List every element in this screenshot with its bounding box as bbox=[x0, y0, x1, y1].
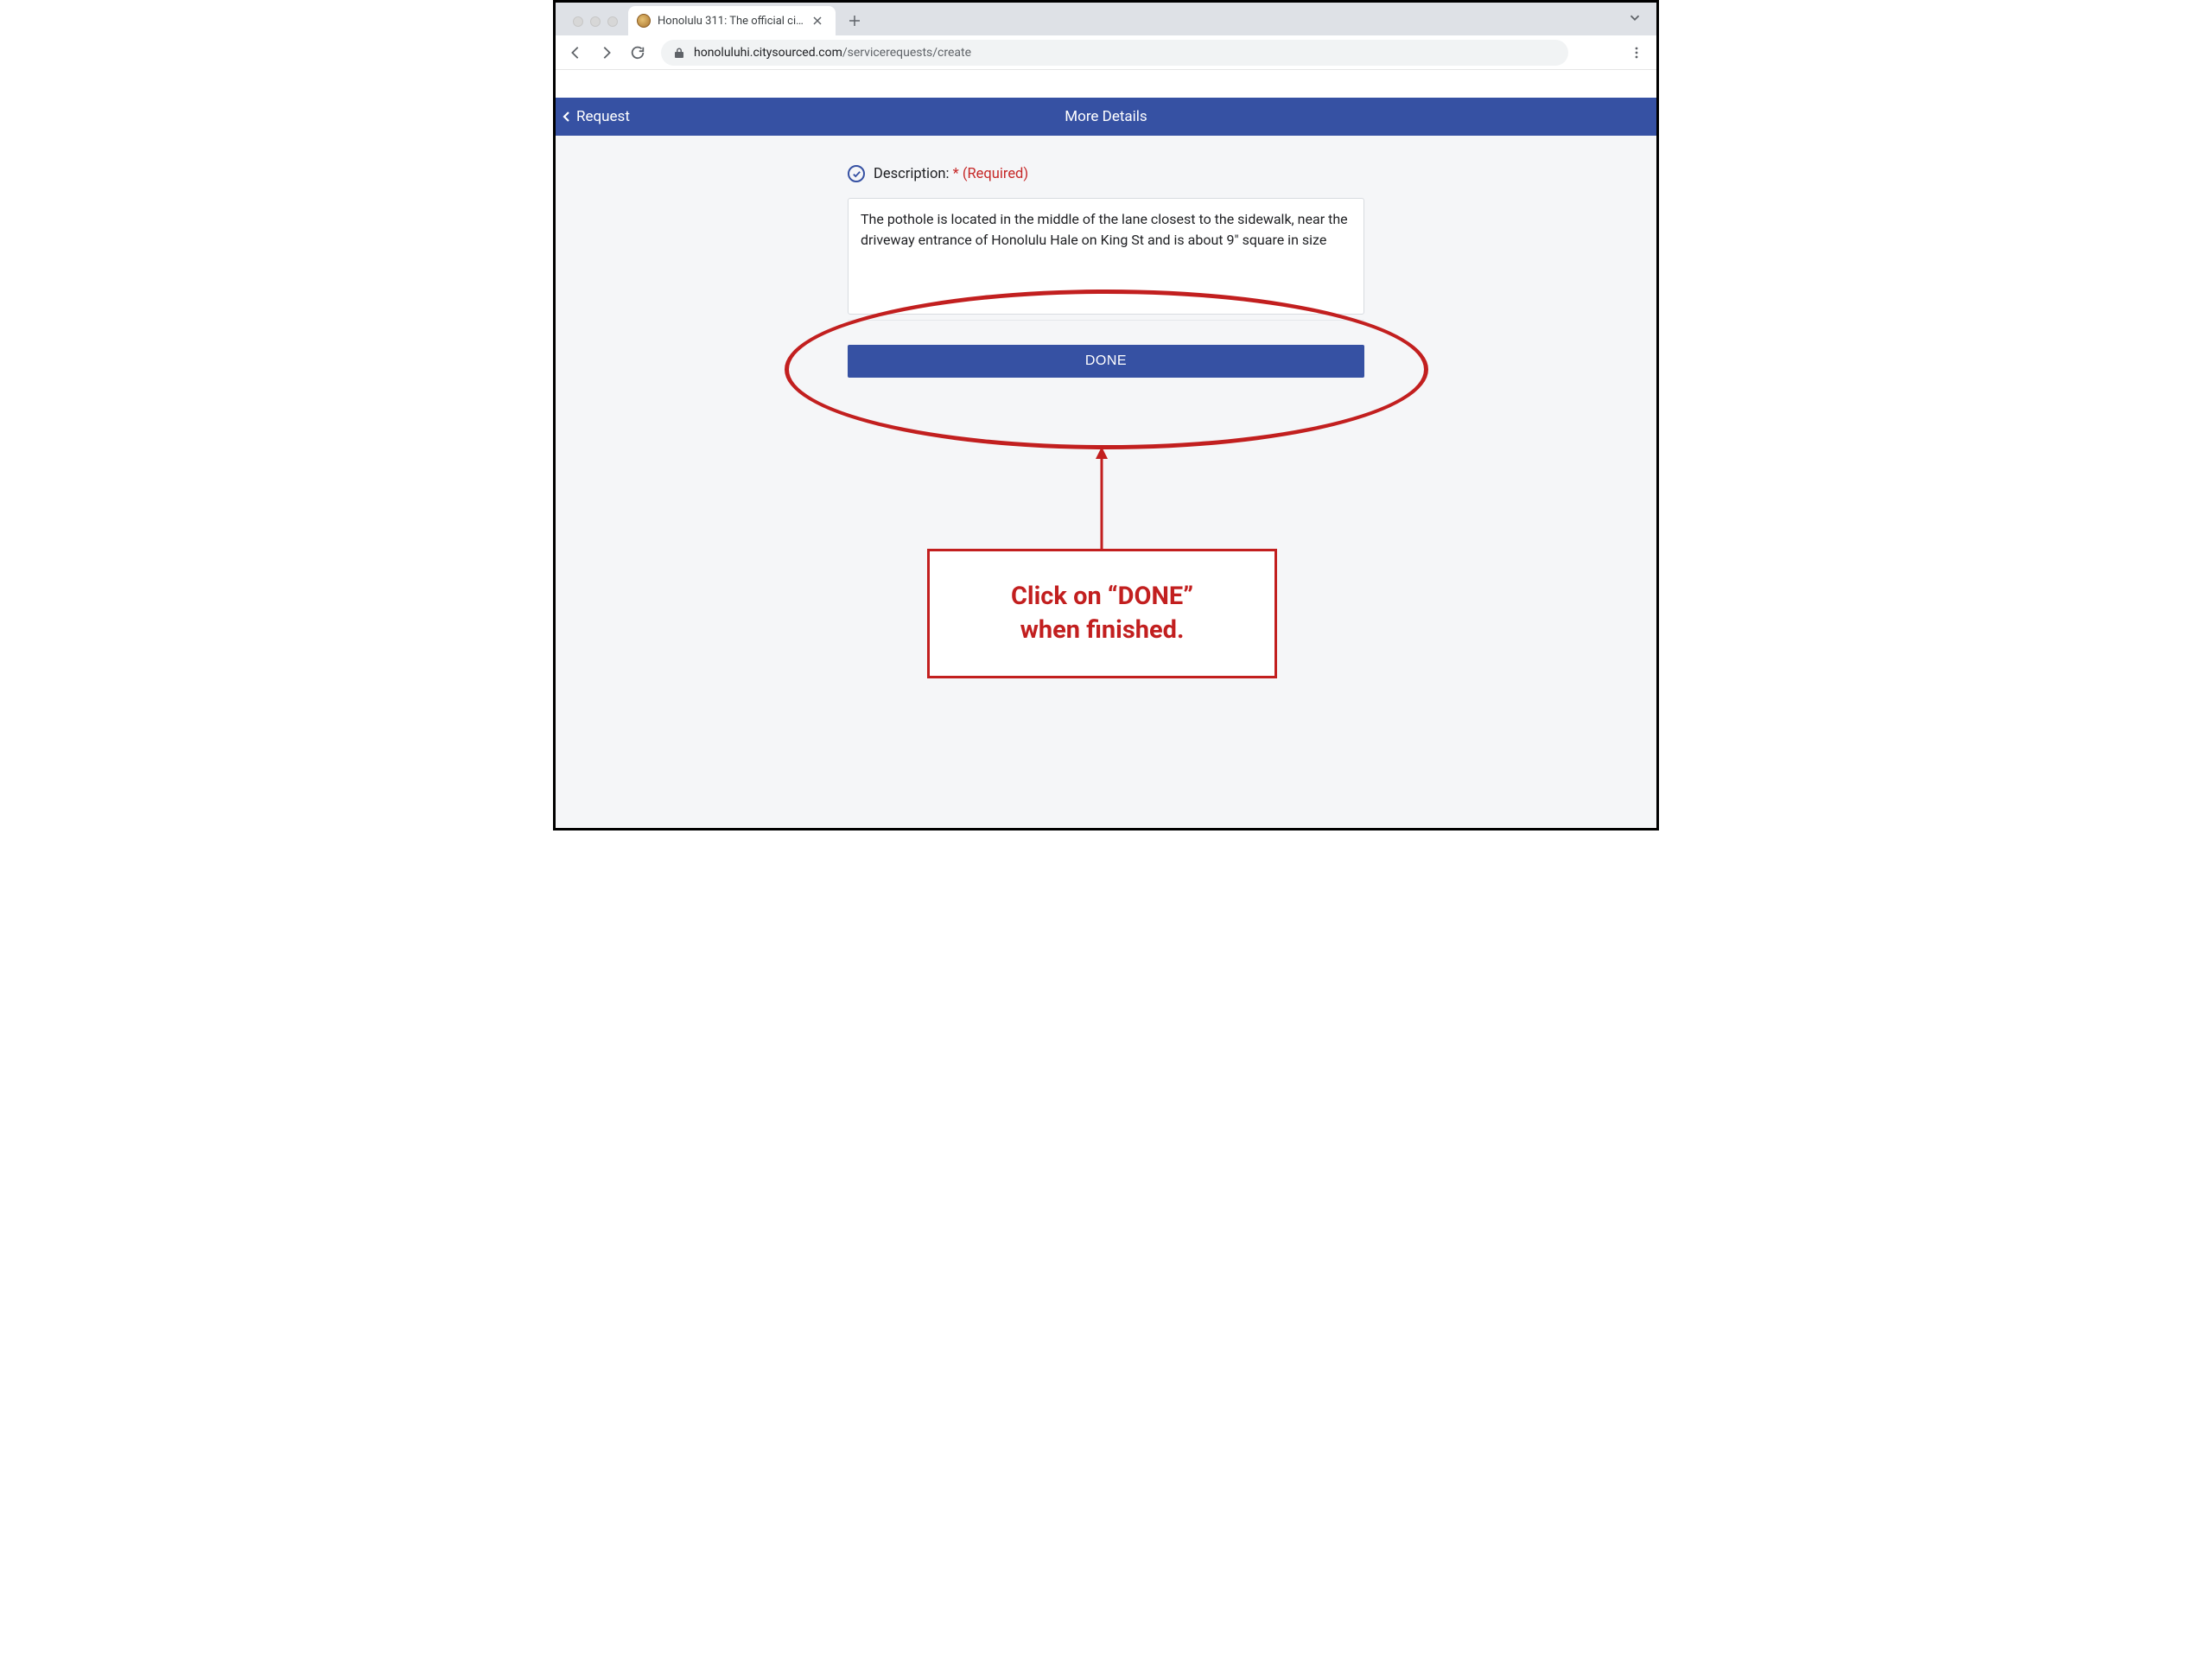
url-path: /servicerequests/create bbox=[842, 46, 971, 60]
minimize-window-dot[interactable] bbox=[590, 16, 601, 27]
forward-button[interactable] bbox=[594, 40, 620, 66]
page-title: More Details bbox=[1065, 108, 1147, 125]
url-text: honoluluhi.citysourced.com/servicereques… bbox=[694, 46, 971, 60]
browser-menu-button[interactable] bbox=[1624, 40, 1649, 66]
tabs-dropdown-icon[interactable] bbox=[1627, 10, 1643, 29]
check-circle-icon bbox=[848, 165, 865, 182]
content-top-gap bbox=[556, 70, 1656, 98]
browser-chrome: Honolulu 311: The official citize bbox=[556, 3, 1656, 70]
back-button[interactable] bbox=[563, 40, 588, 66]
annotation-arrow bbox=[1093, 447, 1110, 550]
form-area: Description: * (Required) DONE Click on … bbox=[556, 136, 1656, 827]
tab-bar: Honolulu 311: The official citize bbox=[556, 3, 1656, 35]
tab-title: Honolulu 311: The official citize bbox=[658, 15, 804, 28]
back-to-request-button[interactable]: Request bbox=[556, 98, 637, 136]
url-host: honoluluhi.citysourced.com bbox=[694, 46, 842, 60]
required-marker: * (Required) bbox=[953, 166, 1029, 182]
close-tab-icon[interactable] bbox=[811, 15, 823, 27]
description-textarea[interactable] bbox=[848, 198, 1364, 315]
app-bar: Request More Details bbox=[556, 98, 1656, 136]
browser-toolbar: honoluluhi.citysourced.com/servicereques… bbox=[556, 35, 1656, 70]
new-tab-button[interactable] bbox=[842, 9, 867, 33]
section-divider bbox=[848, 320, 1364, 321]
reload-button[interactable] bbox=[625, 40, 651, 66]
close-window-dot[interactable] bbox=[573, 16, 583, 27]
maximize-window-dot[interactable] bbox=[607, 16, 618, 27]
tab-favicon bbox=[637, 14, 651, 28]
description-label-row: Description: * (Required) bbox=[848, 165, 1364, 182]
lock-icon bbox=[673, 47, 685, 59]
chevron-left-icon bbox=[561, 111, 573, 123]
description-label: Description: bbox=[874, 166, 953, 182]
annotation-callout: Click on “DONE” when finished. bbox=[927, 549, 1277, 678]
annotation-text-line1: Click on “DONE” bbox=[1011, 582, 1193, 611]
window-controls bbox=[563, 16, 628, 35]
annotation-text-line2: when finished. bbox=[1020, 615, 1185, 645]
address-bar[interactable]: honoluluhi.citysourced.com/servicereques… bbox=[661, 40, 1568, 66]
browser-tab[interactable]: Honolulu 311: The official citize bbox=[628, 6, 836, 35]
back-label: Request bbox=[576, 108, 630, 125]
done-button[interactable]: DONE bbox=[848, 345, 1364, 378]
app-content: Request More Details Description: * (Req… bbox=[556, 70, 1656, 827]
